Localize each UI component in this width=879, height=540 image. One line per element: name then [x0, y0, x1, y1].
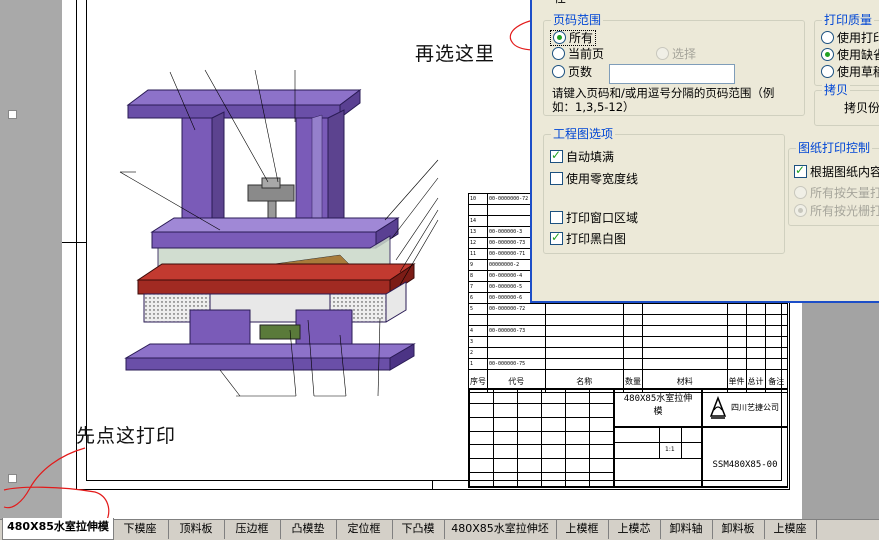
cutoff-label: 任 — [554, 0, 566, 5]
page-range-hint: 请键入页码和/或用逗号分隔的页码范围（例如：1,3,5-12） — [552, 86, 775, 114]
sheet-tab[interactable]: 卸料轴 — [660, 520, 713, 539]
radio-indicator-disabled[interactable] — [656, 47, 669, 60]
sheet-tab[interactable]: 480X85水室拉伸模 — [2, 518, 114, 540]
radio-indicator-disabled[interactable] — [794, 186, 807, 199]
radio-raster[interactable]: 所有按光栅打 — [794, 204, 879, 218]
radio-label: 使用打印 — [837, 31, 879, 45]
radio-indicator[interactable] — [552, 65, 565, 78]
checkbox-label: 打印黑白图 — [566, 232, 627, 246]
checkbox-label: 使用零宽度线 — [566, 172, 639, 186]
checkbox-indicator-checked[interactable] — [794, 163, 807, 178]
sheet-tab[interactable]: 480X85水室拉伸坯 — [444, 520, 557, 539]
group-title: 拷贝 — [822, 83, 851, 97]
sheet-tab-bar: 480X85水室拉伸模 下模座 顶料板 压边框 凸模垫 定位框 下凸模 480X85水室拉伸坯… — [0, 518, 879, 540]
radio-selection[interactable]: 选择 — [656, 47, 696, 61]
sheet-tab[interactable]: 上模芯 — [608, 520, 661, 539]
radio-indicator-checked[interactable] — [553, 31, 566, 44]
sheet-tab[interactable]: 上模座 — [764, 520, 817, 539]
sheet-tab[interactable]: 压边框 — [224, 520, 281, 539]
radio-indicator-checked[interactable] — [821, 48, 834, 61]
checkbox-label: 自动填满 — [566, 150, 615, 164]
copies-label: 拷贝份 — [844, 101, 879, 115]
group-title: 页码范围 — [551, 13, 604, 27]
checkbox-auto-fill[interactable]: 自动填满 — [550, 148, 615, 164]
checkbox-by-content[interactable]: 根据图纸内容 — [794, 163, 879, 179]
sheet-tab[interactable]: 凸模垫 — [280, 520, 337, 539]
checkbox-indicator-checked[interactable] — [550, 148, 563, 163]
print-dialog: 任 页码范围 所有 当前页 选择 页数 请键入页码和/或用逗号分隔的页码范围（例… — [530, 0, 879, 303]
checkbox-indicator[interactable] — [550, 172, 563, 185]
sheet-tab[interactable]: 顶料板 — [168, 520, 225, 539]
radio-quality-1[interactable]: 使用打印 — [821, 31, 879, 45]
radio-indicator[interactable] — [821, 31, 834, 44]
checkbox-label: 根据图纸内容 — [810, 165, 879, 179]
radio-label: 所有按矢量打 — [810, 186, 879, 200]
checkbox-print-window[interactable]: 打印窗口区域 — [550, 211, 638, 225]
radio-indicator[interactable] — [552, 47, 565, 60]
group-title: 图纸打印控制 — [796, 141, 873, 155]
checkbox-zero-width[interactable]: 使用零宽度线 — [550, 172, 638, 186]
red-pointer-line — [3, 447, 86, 509]
pages-input[interactable] — [609, 64, 735, 84]
radio-indicator[interactable] — [821, 65, 834, 78]
checkbox-label: 打印窗口区域 — [566, 211, 639, 225]
radio-quality-3[interactable]: 使用草稿 — [821, 65, 879, 79]
radio-quality-2[interactable]: 使用缺省 — [821, 48, 879, 62]
radio-label: 使用缺省 — [837, 48, 879, 62]
group-title: 工程图选项 — [551, 127, 616, 141]
radio-label: 页数 — [568, 65, 593, 79]
radio-label: 使用草稿 — [837, 65, 879, 79]
checkbox-print-bw[interactable]: 打印黑白图 — [550, 230, 627, 246]
radio-indicator-disabled[interactable] — [794, 204, 807, 217]
checkbox-indicator[interactable] — [550, 211, 563, 224]
radio-all-pages[interactable]: 所有 — [550, 30, 597, 46]
sheet-tab[interactable]: 卸料板 — [712, 520, 765, 539]
radio-pages[interactable]: 页数 — [552, 65, 592, 79]
sheet-tab[interactable]: 上模框 — [556, 520, 609, 539]
sheet-tab[interactable]: 下模座 — [112, 520, 169, 539]
radio-label: 所有按光栅打 — [810, 204, 879, 218]
radio-label: 选择 — [672, 47, 697, 61]
group-title: 打印质量 — [822, 13, 875, 27]
sheet-tab[interactable]: 下凸模 — [392, 520, 445, 539]
sheet-tab[interactable]: 定位框 — [336, 520, 393, 539]
radio-label: 当前页 — [568, 47, 605, 61]
radio-label: 所有 — [569, 31, 594, 45]
checkbox-indicator-checked[interactable] — [550, 230, 563, 245]
radio-current-page[interactable]: 当前页 — [552, 47, 604, 61]
radio-vector[interactable]: 所有按矢量打 — [794, 186, 879, 200]
